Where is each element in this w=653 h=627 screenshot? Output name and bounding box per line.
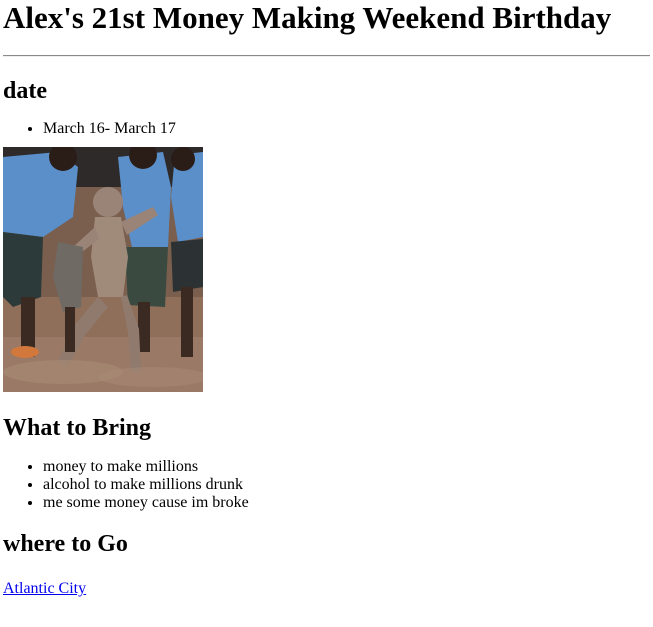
dancing-gif-illustration — [3, 147, 203, 392]
list-item: me some money cause im broke — [43, 494, 650, 512]
dancing-gif-image — [3, 147, 203, 392]
bring-heading: What to Bring — [3, 415, 152, 441]
page: Alex's 21st Money Making Weekend Birthda… — [0, 0, 653, 598]
list-item: March 16- March 17 — [43, 120, 650, 138]
date-heading: date — [3, 78, 47, 104]
list-item: money to make millions — [43, 458, 650, 476]
page-title: Alex's 21st Money Making Weekend Birthda… — [3, 0, 612, 35]
date-list: March 16- March 17 — [3, 120, 650, 138]
divider — [3, 55, 650, 57]
bring-list: money to make millions alcohol to make m… — [3, 458, 650, 512]
where-heading: where to Go — [3, 531, 128, 557]
list-item: alcohol to make millions drunk — [43, 476, 650, 494]
atlantic-city-link[interactable]: Atlantic City — [3, 580, 86, 597]
location-paragraph: Atlantic City — [3, 580, 650, 598]
